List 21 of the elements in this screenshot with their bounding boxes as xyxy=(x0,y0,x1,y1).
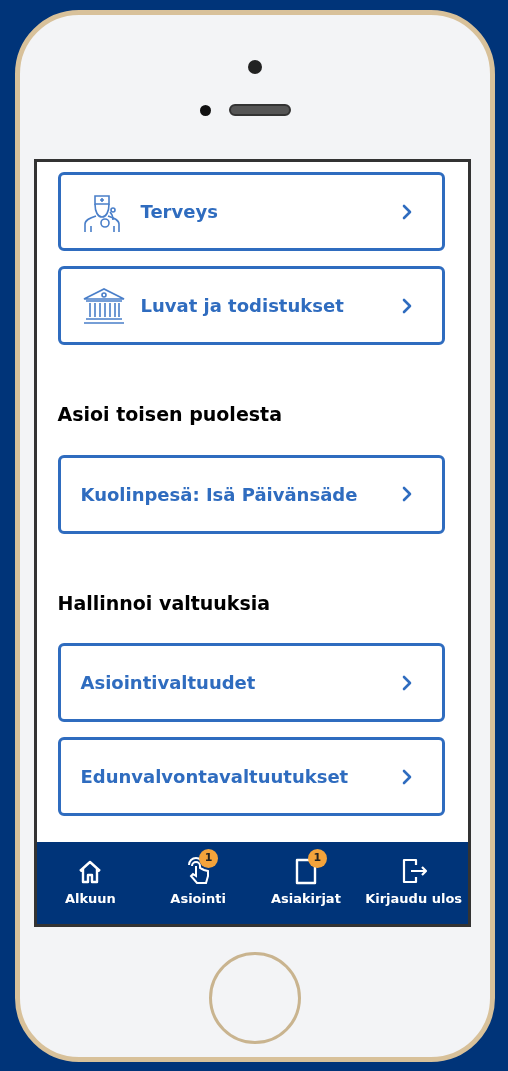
notification-badge: 1 xyxy=(307,848,327,868)
chevron-right-icon xyxy=(401,768,412,785)
speaker-icon xyxy=(228,104,291,116)
menu-link-card[interactable]: Terveys xyxy=(57,172,445,251)
nav-tab[interactable]: 1 Asiakirjat xyxy=(252,842,360,924)
chevron-right-icon xyxy=(401,297,412,314)
nav-tab[interactable]: Kirjaudu ulos xyxy=(359,842,468,924)
sensor-icon xyxy=(199,104,211,116)
menu-link-card[interactable]: Kuolinpesä: Isä Päivänsäde xyxy=(57,454,445,534)
nav-tab[interactable]: Alkuun xyxy=(36,842,145,924)
menu-link-card[interactable]: Edunvalvontavaltuutukset xyxy=(57,737,445,816)
chevron-right-icon xyxy=(401,203,412,220)
camera-icon xyxy=(248,60,262,74)
menu-link-card[interactable]: Asiointivaltuudet xyxy=(57,643,445,722)
section-heading: Asioi toisen puolesta xyxy=(57,402,283,427)
menu-link-card[interactable]: Luvat ja todistukset xyxy=(57,266,445,345)
chevron-right-icon xyxy=(401,674,412,691)
nav-tab[interactable]: 1 Asiointi xyxy=(144,842,252,924)
chevron-right-icon xyxy=(401,486,412,502)
notification-badge: 1 xyxy=(199,848,219,868)
section-heading: Hallinnoi valtuuksia xyxy=(57,590,272,616)
